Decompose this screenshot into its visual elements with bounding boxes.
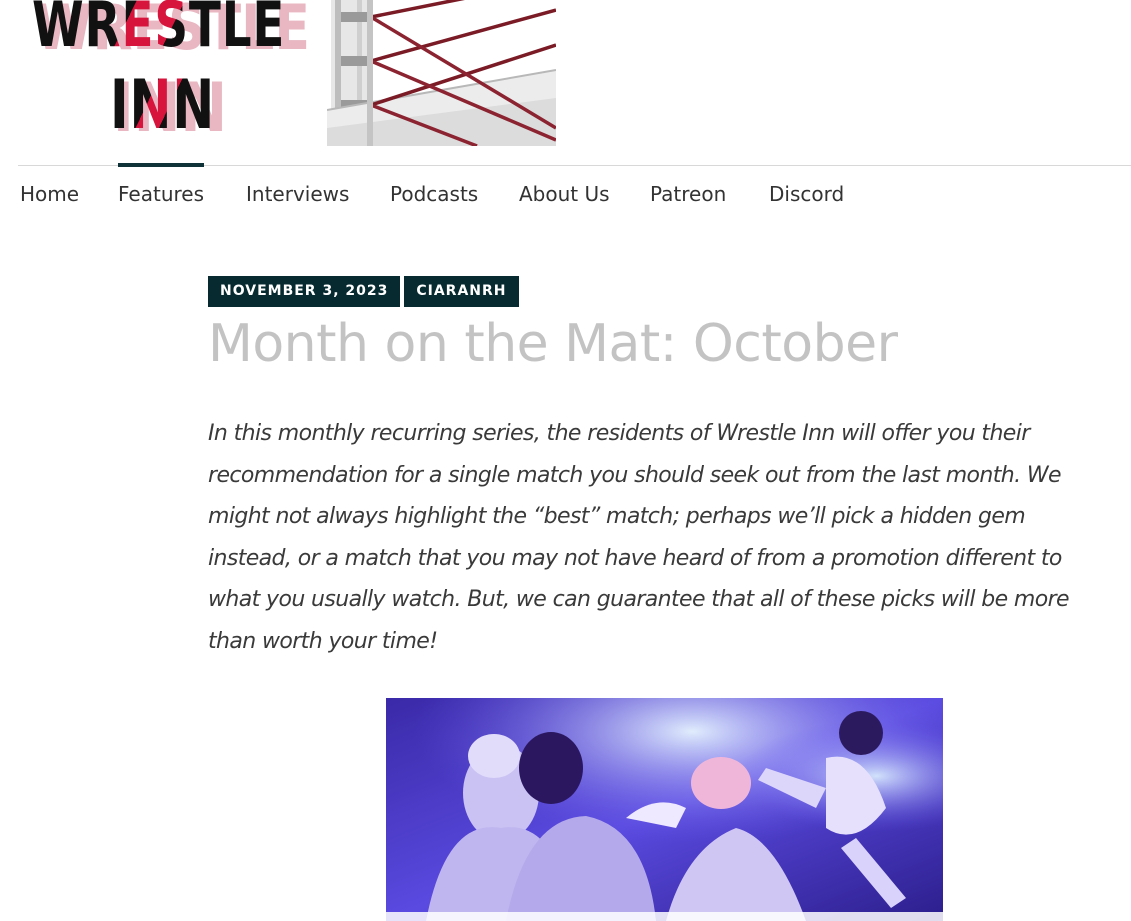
nav-link-interviews[interactable]: Interviews: [246, 165, 349, 221]
nav-link-discord[interactable]: Discord: [769, 165, 844, 221]
nav-link-patreon[interactable]: Patreon: [650, 165, 726, 221]
post-meta: November 3, 2023 CIARANRH: [208, 276, 519, 307]
post-intro: In this monthly recurring series, the re…: [208, 421, 1070, 654]
nav-item-patreon: Patreon: [650, 165, 726, 221]
logo-text-line1: WRESTLE: [32, 0, 285, 56]
nav-item-interviews: Interviews: [246, 165, 349, 221]
nav-link-about-us[interactable]: About Us: [519, 165, 610, 221]
page: WRESTLE INN WRESTLE INN: [0, 0, 1131, 921]
nav-item-podcasts: Podcasts: [390, 165, 478, 221]
nav-link-home[interactable]: Home: [20, 165, 79, 221]
nav-list: Home Features Interviews Podcasts About …: [0, 163, 1131, 221]
feature-image: [386, 698, 943, 921]
post-title: Month on the Mat: October: [208, 314, 898, 374]
nav-item-features: Features: [118, 163, 204, 221]
logo-text-line2: INN: [110, 66, 216, 145]
nav-item-discord: Discord: [769, 165, 844, 221]
nav-link-features[interactable]: Features: [118, 165, 204, 221]
post-date-badge[interactable]: November 3, 2023: [208, 276, 401, 307]
main-navigation: Home Features Interviews Podcasts About …: [0, 163, 1131, 221]
site-header: WRESTLE INN WRESTLE INN: [0, 0, 1131, 150]
post-author-badge[interactable]: CIARANRH: [404, 276, 519, 307]
site-logo[interactable]: WRESTLE INN WRESTLE INN: [26, 0, 310, 146]
nav-link-podcasts[interactable]: Podcasts: [390, 165, 478, 221]
nav-item-about-us: About Us: [519, 165, 610, 221]
nav-item-home: Home: [20, 165, 79, 221]
wrestling-ring-icon: [327, 0, 556, 146]
